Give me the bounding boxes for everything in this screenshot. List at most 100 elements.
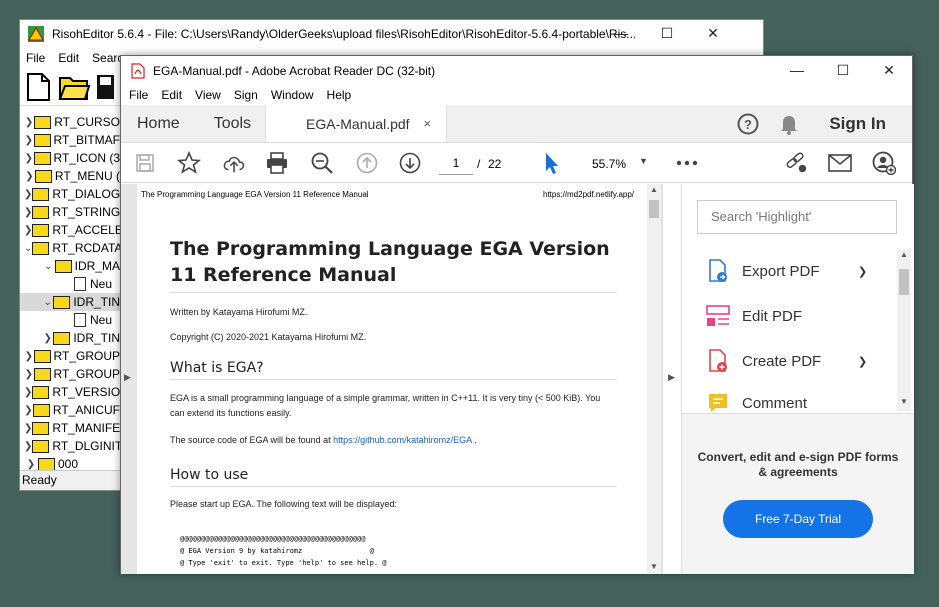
tree-collapsed-chevron-icon[interactable]: ❯ [24,171,35,182]
previous-page-icon[interactable] [355,151,379,175]
tree-item[interactable]: ❯ IDR_TIN [20,329,120,347]
menu-view[interactable]: View [195,88,221,102]
help-icon[interactable]: ? [729,105,767,142]
risoh-maximize-button[interactable]: ☐ [644,25,690,42]
tree-item[interactable]: Neu [20,275,120,293]
tree-collapsed-chevron-icon[interactable]: ❯ [24,423,32,434]
tree-collapsed-chevron-icon[interactable]: ❯ [24,207,32,218]
print-icon[interactable] [265,151,289,175]
tab-close-icon[interactable]: × [424,116,432,131]
right-pane-toggle-icon[interactable]: ▶ [668,372,675,383]
tree-item[interactable]: ❯ RT_ANICUF [20,401,120,419]
open-folder-icon[interactable] [58,72,90,102]
scroll-down-icon[interactable]: ▼ [650,562,658,571]
tree-item[interactable]: ❯ RT_VERSIO [20,383,120,401]
tree-item[interactable]: ❯ RT_CURSO [20,113,120,131]
tree-expanded-chevron-icon[interactable]: ⌄ [42,297,53,308]
tree-item[interactable]: ❯ RT_GROUP [20,347,120,365]
risoh-close-button[interactable]: ✕ [690,25,736,42]
search-tools-input[interactable]: Search 'Highlight' [697,200,897,234]
share-link-icon[interactable] [784,151,808,175]
save-disk-icon[interactable] [133,151,157,175]
zoom-level-select[interactable]: 55.7% [592,157,626,171]
tree-collapsed-chevron-icon[interactable]: ❯ [24,351,34,362]
risoh-minimize-button[interactable]: — [598,25,644,42]
tab-tools[interactable]: Tools [196,105,265,142]
tree-collapsed-chevron-icon[interactable]: ❯ [24,153,34,164]
tab-document[interactable]: EGA-Manual.pdf × [265,105,448,142]
tree-item[interactable]: ⌄ IDR_MA [20,257,120,275]
more-tools-icon[interactable] [675,151,699,175]
risoh-menu-search[interactable]: Searc [92,51,123,65]
tree-item[interactable]: ❯ RT_DLGINIT [20,437,120,455]
tree-item[interactable]: ❯ RT_MENU ( [20,167,120,185]
tree-collapsed-chevron-icon[interactable]: ❯ [24,405,33,416]
risoh-menu-file[interactable]: File [26,51,45,65]
tree-collapsed-chevron-icon[interactable]: ❯ [24,189,32,200]
notifications-bell-icon[interactable] [767,105,811,142]
next-page-icon[interactable] [398,151,422,175]
tree-item[interactable]: ❯ 000 [20,455,120,470]
email-envelope-icon[interactable] [828,151,852,175]
risoh-menu-edit[interactable]: Edit [58,51,79,65]
menu-help[interactable]: Help [327,88,352,102]
sign-in-button[interactable]: Sign In [811,105,912,142]
export-pdf-item[interactable]: Export PDF ❯ [706,259,867,283]
left-expand-icon[interactable]: ▶ [124,372,131,383]
select-cursor-icon[interactable] [539,151,563,175]
create-pdf-item[interactable]: Create PDF ❯ [706,349,867,373]
tree-expanded-chevron-icon[interactable]: ⌄ [42,261,55,272]
page-number-input[interactable]: 1 [439,151,473,175]
document-viewport[interactable]: The Programming Language EGA Version 11 … [135,184,662,574]
new-file-icon[interactable] [24,72,52,102]
tree-item[interactable]: ⌄ RT_RCDATA [20,239,120,257]
acrobat-maximize-button[interactable]: ☐ [820,62,866,79]
zoom-dropdown-chevron-icon[interactable]: ▼ [639,156,648,166]
document-scrollbar[interactable]: ▲ ▼ [647,184,661,574]
tree-item[interactable]: ❯ RT_MANIFE [20,419,120,437]
tree-collapsed-chevron-icon[interactable]: ❯ [42,333,53,344]
create-pdf-chevron-icon[interactable]: ❯ [858,355,867,368]
tree-item[interactable]: ❯ RT_BITMAF [20,131,120,149]
tree-collapsed-chevron-icon[interactable]: ❯ [24,459,38,470]
menu-sign[interactable]: Sign [234,88,258,102]
acrobat-close-button[interactable]: ✕ [866,62,912,79]
comment-item[interactable]: Comment [706,394,807,412]
github-link[interactable]: https://github.com/katahiromz/EGA [333,435,472,445]
export-pdf-chevron-icon[interactable]: ❯ [858,265,867,278]
tree-expanded-chevron-icon[interactable]: ⌄ [24,243,32,254]
free-trial-button[interactable]: Free 7-Day Trial [723,500,873,538]
upload-cloud-icon[interactable] [222,151,246,175]
tree-item[interactable]: ⌄ IDR_TIN [20,293,120,311]
tree-item[interactable]: ❯ RT_DIALOG [20,185,120,203]
save-icon[interactable] [96,72,114,102]
zoom-search-icon[interactable] [310,151,334,175]
tools-pane-scrollbar[interactable]: ▲ ▼ [897,249,911,411]
tree-item[interactable]: ❯ RT_ACCELE [20,221,120,239]
bookmark-star-icon[interactable] [177,151,201,175]
tree-item[interactable]: Neu [20,311,120,329]
resource-tree[interactable]: ❯ RT_CURSO ❯ RT_BITMAF ❯ RT_ICON (3 ❯ RT_MENU (… [20,113,121,470]
tools-scroll-thumb[interactable] [899,269,909,295]
tree-collapsed-chevron-icon[interactable]: ❯ [24,369,34,380]
tree-collapsed-chevron-icon[interactable]: ❯ [24,441,32,452]
document-scroll-thumb[interactable] [649,200,659,218]
tools-scroll-down-icon[interactable]: ▼ [900,397,908,406]
tree-item[interactable]: ❯ RT_STRING [20,203,120,221]
tree-collapsed-chevron-icon[interactable]: ❯ [24,135,34,146]
tree-item[interactable]: ❯ RT_ICON (3 [20,149,120,167]
add-user-icon[interactable] [872,151,896,175]
tools-scroll-up-icon[interactable]: ▲ [900,250,908,259]
scroll-up-icon[interactable]: ▲ [650,185,658,194]
menu-file[interactable]: File [129,88,148,102]
edit-pdf-item[interactable]: Edit PDF [706,304,802,328]
tree-collapsed-chevron-icon[interactable]: ❯ [24,387,32,398]
tree-item[interactable]: ❯ RT_GROUP [20,365,120,383]
right-pane-collapser[interactable]: ▶ [662,184,682,574]
menu-window[interactable]: Window [271,88,314,102]
acrobat-titlebar[interactable]: EGA-Manual.pdf - Adobe Acrobat Reader DC… [121,56,912,85]
menu-edit[interactable]: Edit [161,88,182,102]
tab-home[interactable]: Home [121,105,196,142]
acrobat-minimize-button[interactable]: — [774,62,820,79]
left-pane-collapser[interactable]: ▶ [121,184,135,574]
